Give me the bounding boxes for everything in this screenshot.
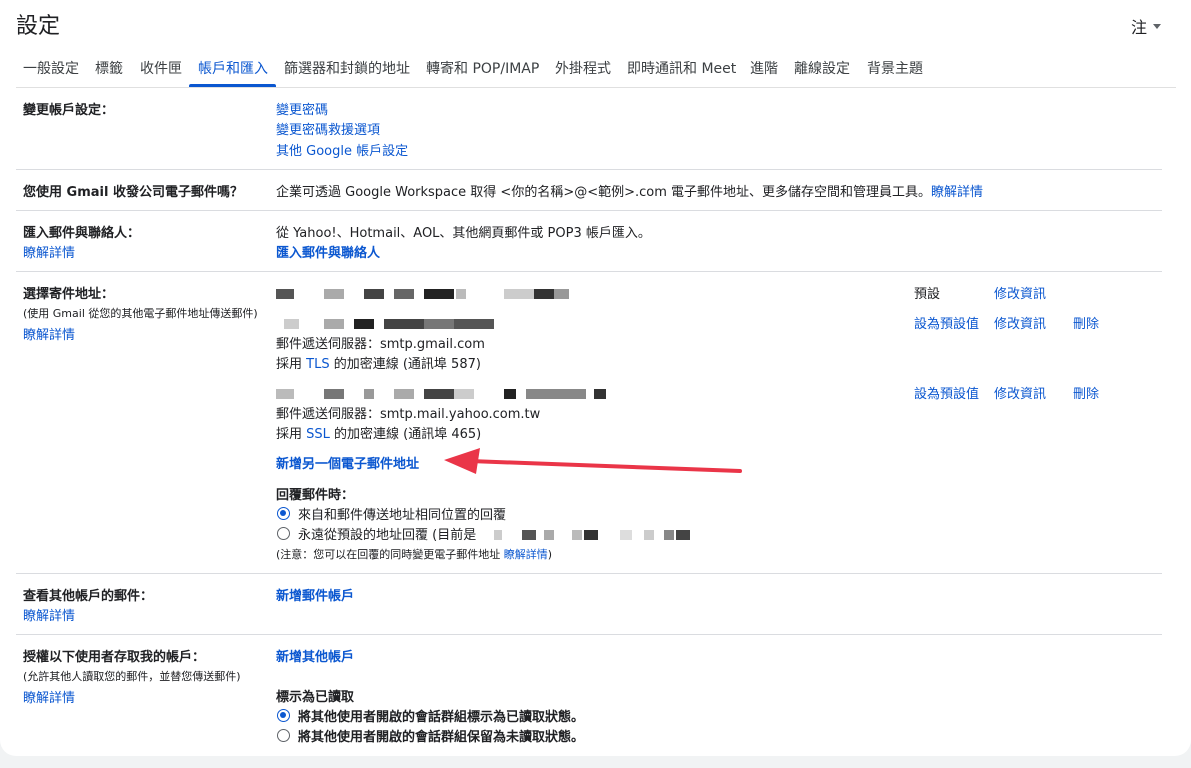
set-default-link-2[interactable]: 設為預設值	[914, 313, 979, 332]
redacted-address-1	[276, 289, 581, 299]
arrow-annotation-icon	[444, 448, 742, 474]
import-mail-contacts-link[interactable]: 匯入郵件與聯絡人	[276, 242, 380, 261]
section-divider	[16, 271, 1162, 272]
send-as-label: 選擇寄件地址：	[23, 287, 115, 302]
reply-note: (注意：您可以在回覆的同時變更電子郵件地址 瞭解詳情)	[276, 546, 552, 562]
change-account-label: 變更帳戶設定：	[23, 103, 115, 118]
ssl-link[interactable]: SSL	[306, 427, 330, 442]
enc-prefix: 採用	[276, 427, 307, 442]
workspace-label: 您使用 Gmail 收發公司電子郵件嗎？	[23, 185, 243, 200]
workspace-description: 企業可透過 Google Workspace 取得 <你的名稱>@<範例>.co…	[276, 185, 932, 200]
section-divider	[16, 573, 1162, 574]
tabs-divider	[16, 87, 1176, 88]
tab-accounts-import[interactable]: 帳戶和匯入	[198, 58, 268, 78]
section-divider	[16, 210, 1162, 211]
delete-link-2[interactable]: 刪除	[1073, 313, 1099, 332]
edit-info-link-1[interactable]: 修改資訊	[994, 283, 1046, 302]
tab-general[interactable]: 一般設定	[23, 58, 79, 78]
tab-inbox[interactable]: 收件匣	[140, 58, 182, 78]
settings-panel: 設定 注 一般設定 標籤 收件匣 帳戶和匯入 篩選器和封鎖的地址 轉寄和 POP…	[0, 0, 1191, 756]
grant-access-learn-more-link[interactable]: 瞭解詳情	[23, 687, 75, 706]
section-divider	[16, 634, 1162, 635]
reply-default-address-radio[interactable]	[277, 527, 290, 540]
default-text: 預設	[914, 287, 941, 302]
enc-suffix: 的加密連線 (通訊埠 587)	[329, 357, 481, 372]
send-as-sublabel: (使用 Gmail 從您的其他電子郵件地址傳送郵件)	[23, 307, 258, 320]
smtp-server-yahoo: 郵件遞送伺服器：smtp.mail.yahoo.com.tw	[276, 407, 541, 422]
add-another-email-link[interactable]: 新增另一個電子郵件地址	[276, 453, 419, 472]
grant-access-sublabel: (允許其他人讀取您的郵件，並替您傳送郵件)	[23, 670, 241, 683]
tab-filters[interactable]: 篩選器和封鎖的地址	[284, 58, 410, 78]
reply-same-address-label: 來自和郵件傳送地址相同位置的回覆	[298, 508, 507, 523]
delete-link-3[interactable]: 刪除	[1073, 383, 1099, 402]
encryption-info-yahoo: 採用 SSL 的加密連線 (通訊埠 465)	[276, 423, 481, 442]
mark-as-read-radio[interactable]	[277, 709, 290, 722]
check-mail-learn-more-link[interactable]: 瞭解詳情	[23, 605, 75, 624]
other-google-settings-link[interactable]: 其他 Google 帳戶設定	[276, 140, 408, 159]
change-recovery-link[interactable]: 變更密碼救援選項	[276, 119, 380, 138]
leave-unread-radio[interactable]	[277, 729, 290, 742]
section-divider	[16, 169, 1162, 170]
check-mail-label: 查看其他帳戶的郵件：	[23, 589, 154, 604]
reply-note-learn-more-link[interactable]: 瞭解詳情	[504, 548, 548, 561]
reply-note-text: (注意：您可以在回覆的同時變更電子郵件地址	[276, 548, 504, 561]
tab-chat-meet[interactable]: 即時通訊和 Meet	[627, 58, 736, 78]
encryption-info-gmail: 採用 TLS 的加密連線 (通訊埠 587)	[276, 353, 481, 372]
import-learn-more-link[interactable]: 瞭解詳情	[23, 242, 75, 261]
tab-themes[interactable]: 背景主題	[867, 58, 923, 78]
reply-heading: 回覆郵件時：	[276, 488, 355, 503]
workspace-text: 企業可透過 Google Workspace 取得 <你的名稱>@<範例>.co…	[276, 181, 983, 200]
tab-forwarding[interactable]: 轉寄和 POP/IMAP	[426, 58, 539, 78]
add-other-account-link[interactable]: 新增其他帳戶	[276, 646, 354, 665]
mark-read-heading: 標示為已讀取	[276, 690, 355, 705]
import-label: 匯入郵件與聯絡人：	[23, 226, 141, 241]
enc-prefix: 採用	[276, 357, 307, 372]
redacted-default-address	[494, 530, 696, 540]
enc-suffix: 的加密連線 (通訊埠 465)	[329, 427, 482, 442]
edit-info-link-2[interactable]: 修改資訊	[994, 313, 1046, 332]
page-title: 設定	[16, 14, 61, 39]
grant-access-label: 授權以下使用者存取我的帳戶：	[23, 650, 206, 665]
add-mail-account-link[interactable]: 新增郵件帳戶	[276, 585, 354, 604]
send-as-learn-more-link[interactable]: 瞭解詳情	[23, 324, 75, 343]
change-password-link[interactable]: 變更密碼	[276, 99, 328, 118]
reply-default-address-label: 永遠從預設的地址回覆 (目前是	[298, 528, 477, 543]
edit-info-link-3[interactable]: 修改資訊	[994, 383, 1046, 402]
tab-addons[interactable]: 外掛程式	[555, 58, 611, 78]
import-description: 從 Yahoo!、Hotmail、AOL、其他網頁郵件或 POP3 帳戶匯入。	[276, 226, 651, 241]
tab-labels[interactable]: 標籤	[95, 58, 123, 78]
caret-down-icon	[1153, 24, 1162, 29]
leave-unread-label: 將其他使用者開啟的會話群組保留為未讀取狀態。	[298, 730, 585, 745]
tab-offline[interactable]: 離線設定	[794, 58, 850, 78]
smtp-server-gmail: 郵件遞送伺服器：smtp.gmail.com	[276, 337, 485, 352]
tab-advanced[interactable]: 進階	[750, 58, 778, 78]
mark-as-read-label: 將其他使用者開啟的會話群組標示為已讀取狀態。	[298, 710, 585, 725]
redacted-address-1-line2	[276, 319, 496, 329]
language-menu[interactable]: 注	[1131, 14, 1162, 38]
reply-note-close: )	[547, 548, 553, 561]
reply-same-address-radio[interactable]	[277, 507, 290, 520]
redacted-address-2	[276, 389, 606, 399]
set-default-link-3[interactable]: 設為預設值	[914, 383, 979, 402]
language-label: 注	[1131, 18, 1148, 37]
tls-link[interactable]: TLS	[306, 357, 329, 372]
workspace-learn-more-link[interactable]: 瞭解詳情	[931, 185, 983, 200]
